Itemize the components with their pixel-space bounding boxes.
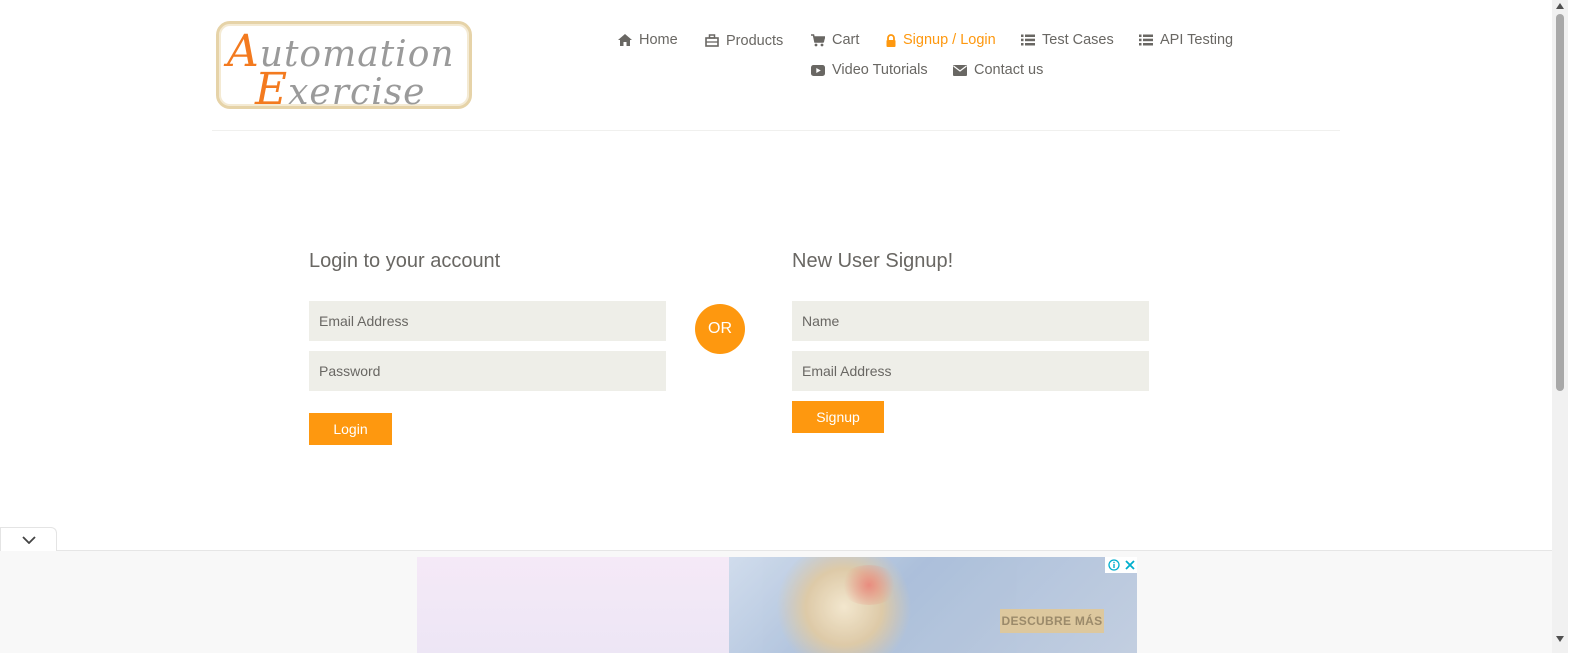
or-badge: OR xyxy=(695,304,745,354)
home-icon xyxy=(618,34,632,46)
scrollbar-thumb[interactable] xyxy=(1556,14,1564,391)
lock-icon xyxy=(886,33,896,47)
scroll-up-icon[interactable] xyxy=(1556,3,1564,9)
signup-title: New User Signup! xyxy=(792,250,954,272)
list-icon xyxy=(1139,34,1153,46)
nav-signup-login[interactable]: Signup / Login xyxy=(886,32,996,48)
cart-icon xyxy=(811,33,825,46)
info-icon[interactable] xyxy=(1107,559,1120,571)
nav-test-cases[interactable]: Test Cases xyxy=(1021,32,1114,48)
header-divider xyxy=(212,130,1340,131)
nav-cart[interactable]: Cart xyxy=(811,32,859,48)
chevron-down-icon xyxy=(21,535,36,544)
ad-image-right xyxy=(729,557,1137,653)
youtube-play-icon xyxy=(811,64,825,76)
login-email-input[interactable] xyxy=(309,301,666,341)
login-button[interactable]: Login xyxy=(309,413,392,445)
site-header: Automation Exercise Home Products Cart S… xyxy=(0,0,1568,132)
nav-contact-us[interactable]: Contact us xyxy=(953,62,1043,78)
nav-api-testing[interactable]: API Testing xyxy=(1139,32,1233,48)
ad-cta-button[interactable]: DESCUBRE MÁS xyxy=(1000,609,1104,633)
logo-cap-e: E xyxy=(255,64,289,115)
envelope-icon xyxy=(953,64,967,76)
ad-choices xyxy=(1105,557,1137,573)
nav-test-cases-label: Test Cases xyxy=(1042,32,1114,48)
nav-api-testing-label: API Testing xyxy=(1160,32,1234,48)
nav-contact-us-label: Contact us xyxy=(974,62,1044,78)
ad-banner[interactable]: DESCUBRE MÁS xyxy=(417,557,1137,653)
site-logo[interactable]: Automation Exercise xyxy=(216,21,472,115)
nav-cart-label: Cart xyxy=(832,32,860,48)
nav-products-label: Products xyxy=(726,33,784,49)
nav-home[interactable]: Home xyxy=(618,32,678,48)
signup-name-input[interactable] xyxy=(792,301,1149,341)
login-password-input[interactable] xyxy=(309,351,666,391)
list-icon xyxy=(1021,34,1035,46)
ad-collapse-toggle[interactable] xyxy=(0,527,57,551)
products-icon xyxy=(705,33,719,47)
nav-home-label: Home xyxy=(639,32,678,48)
signup-button[interactable]: Signup xyxy=(792,401,884,433)
nav-products[interactable]: Products xyxy=(705,32,784,49)
logo-text-line2: xercise xyxy=(288,72,426,113)
login-title: Login to your account xyxy=(309,250,501,272)
nav-video-tutorials-label: Video Tutorials xyxy=(832,62,928,78)
scroll-down-icon[interactable] xyxy=(1556,636,1564,642)
nav-signup-login-label: Signup / Login xyxy=(903,32,996,48)
signup-email-input[interactable] xyxy=(792,351,1149,391)
nav-video-tutorials[interactable]: Video Tutorials xyxy=(811,62,928,78)
ad-image-left xyxy=(417,557,729,653)
close-icon[interactable] xyxy=(1124,560,1135,570)
